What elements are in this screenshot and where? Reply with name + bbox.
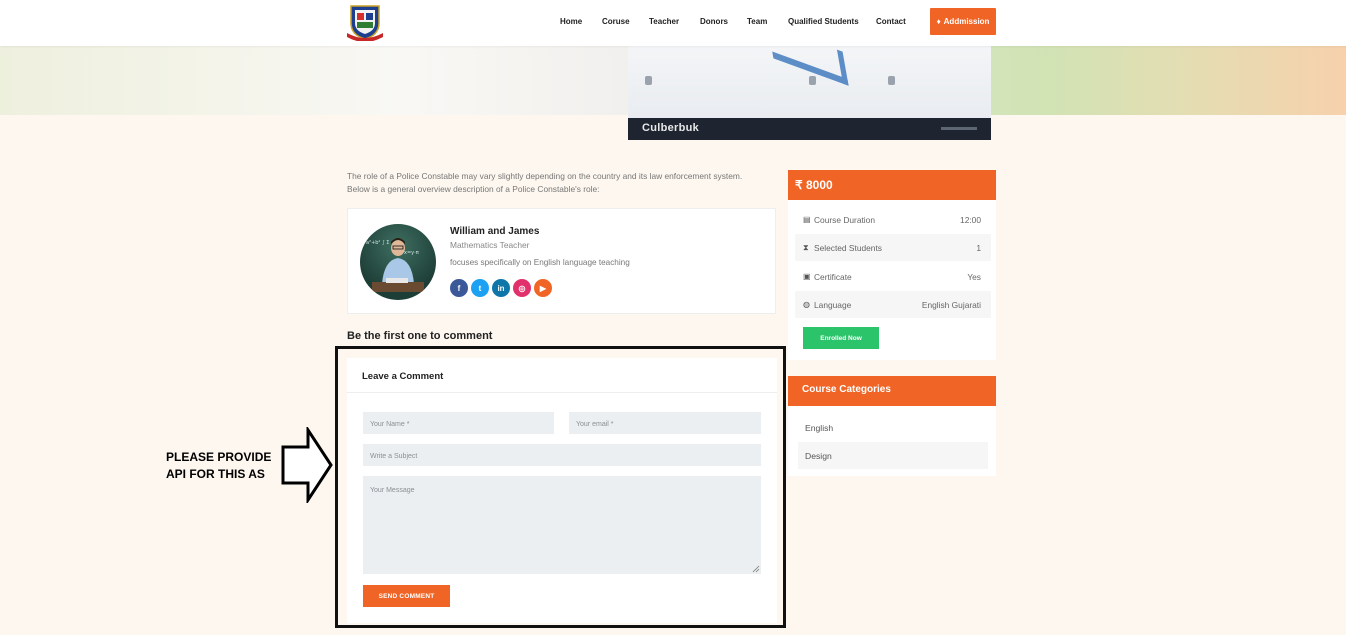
course-categories-card: Course Categories English Design [788, 376, 996, 476]
hourglass-icon: ⧗ [803, 243, 809, 252]
teacher-role: Mathematics Teacher [450, 240, 530, 250]
nav-donors[interactable]: Donors [700, 17, 728, 26]
image-caption-strip: Culberbuk [628, 118, 991, 140]
user-group-icon: ♦ [936, 17, 941, 26]
nav-qualified-students[interactable]: Qualified Students [788, 17, 859, 26]
course-image: Culberbuk [628, 40, 991, 140]
detail-value: 12:00 [960, 215, 981, 225]
teacher-avatar: a²+b² ∫ Σ x=y·π [360, 224, 436, 300]
caption-bar [941, 127, 977, 130]
detail-label: Selected Students [814, 243, 882, 253]
teacher-card: a²+b² ∫ Σ x=y·π William and James Mathem… [347, 208, 776, 314]
teacher-social-links: f t in ◎ ▶ [450, 279, 552, 297]
course-info-card: ₹ 8000 ▤ Course Duration 12:00 ⧗ Selecte… [788, 170, 996, 360]
nav-teacher[interactable]: Teacher [649, 17, 679, 26]
course-detail-row: ▣ Certificate Yes [795, 263, 991, 290]
enroll-button[interactable]: Enrolled Now [803, 327, 879, 349]
school-logo[interactable] [347, 3, 383, 41]
annotation-arrow-icon [281, 427, 333, 503]
dot-graphic [888, 76, 895, 85]
teacher-name: William and James [450, 226, 540, 237]
category-item-english[interactable]: English [798, 414, 988, 441]
linkedin-icon[interactable]: in [492, 279, 510, 297]
detail-label: Certificate [814, 272, 852, 282]
instagram-icon[interactable]: ◎ [513, 279, 531, 297]
category-item-design[interactable]: Design [798, 442, 988, 469]
site-header: Home Coruse Teacher Donors Team Qualifie… [0, 0, 1346, 46]
dot-graphic [645, 76, 652, 85]
admission-label: Addmission [943, 17, 990, 26]
course-description: The role of a Police Constable may vary … [347, 171, 743, 194]
detail-label: Language [814, 300, 852, 310]
nav-contact[interactable]: Contact [876, 17, 906, 26]
annotation-text: PLEASE PROVIDE API FOR THIS AS [166, 449, 286, 483]
globe-icon: ◍ [803, 300, 810, 309]
detail-value: Yes [967, 272, 981, 282]
svg-text:a²+b² ∫ Σ: a²+b² ∫ Σ [366, 240, 389, 246]
course-detail-row: ⧗ Selected Students 1 [795, 234, 991, 261]
course-detail-row: ◍ Language English Gujarati [795, 291, 991, 318]
book-icon: ▤ [803, 215, 811, 224]
twitter-icon[interactable]: t [471, 279, 489, 297]
logo-chevron-graphic [767, 40, 849, 86]
dot-graphic [809, 76, 816, 85]
annotation-line: API FOR THIS AS [166, 467, 265, 481]
youtube-icon[interactable]: ▶ [534, 279, 552, 297]
facebook-icon[interactable]: f [450, 279, 468, 297]
admission-button[interactable]: ♦ Addmission [930, 8, 996, 35]
nav-home[interactable]: Home [560, 17, 582, 26]
svg-text:x=y·π: x=y·π [404, 250, 419, 256]
course-price: ₹ 8000 [788, 170, 996, 200]
teacher-description: focuses specifically on English language… [450, 258, 630, 267]
certificate-icon: ▣ [803, 272, 811, 281]
detail-label: Course Duration [814, 215, 875, 225]
annotation-highlight-box [335, 346, 786, 628]
detail-value: English Gujarati [921, 300, 981, 310]
nav-team[interactable]: Team [747, 17, 767, 26]
detail-value: 1 [976, 243, 981, 253]
nav-course[interactable]: Coruse [602, 17, 630, 26]
course-detail-row: ▤ Course Duration 12:00 [795, 206, 991, 233]
first-comment-heading: Be the first one to comment [347, 330, 493, 342]
image-caption: Culberbuk [642, 122, 700, 134]
categories-title: Course Categories [788, 376, 996, 406]
annotation-line: PLEASE PROVIDE [166, 450, 272, 464]
